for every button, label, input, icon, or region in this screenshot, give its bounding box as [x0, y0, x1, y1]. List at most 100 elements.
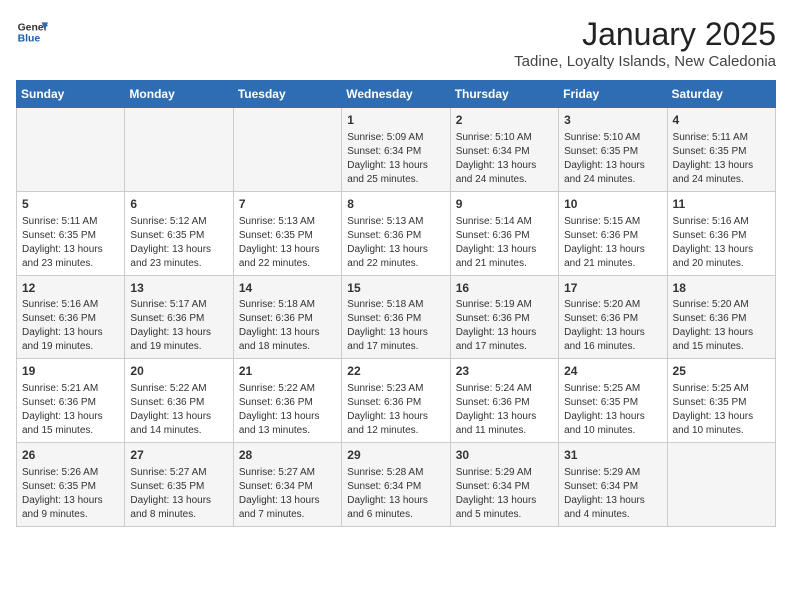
day-cell-15: 15Sunrise: 5:18 AM Sunset: 6:36 PM Dayli… [342, 275, 450, 359]
day-number-20: 20 [130, 363, 227, 380]
calendar-week-4: 19 Sunrise: 5:21 AM Sunset: 6:36 PM Dayli… [17, 359, 776, 443]
day-content-3: Sunrise: 5:10 AM Sunset: 6:35 PM Dayligh… [564, 131, 661, 187]
day-content-2: Sunrise: 5:10 AM Sunset: 6:34 PM Dayligh… [456, 131, 553, 187]
day-cell-26: 26 Sunrise: 5:26 AM Sunset: 6:35 PM Dayli… [17, 443, 125, 527]
svg-text:Blue: Blue [18, 34, 41, 45]
day-cell-16: 16Sunrise: 5:19 AM Sunset: 6:36 PM Dayli… [450, 275, 558, 359]
day-number-10: 10 [564, 196, 661, 213]
day-content-31: Sunrise: 5:29 AM Sunset: 6:34 PM Dayligh… [564, 466, 661, 522]
day-number-29: 29 [347, 447, 444, 464]
day-number-2: 2 [456, 112, 553, 129]
day-cell-7: 7 Sunrise: 5:13 AM Sunset: 6:35 PM Daylig… [233, 191, 341, 275]
day-number-27: 27 [130, 447, 227, 464]
day-number-25: 25 [673, 363, 770, 380]
day-number-22: 22 [347, 363, 444, 380]
day-content-6: Sunrise: 5:12 AM Sunset: 6:35 PM Dayligh… [130, 215, 227, 271]
day-number-17: 17 [564, 280, 661, 297]
day-content-28: Sunrise: 5:27 AM Sunset: 6:34 PM Dayligh… [239, 466, 336, 522]
weekday-header-monday: Monday [125, 81, 233, 108]
day-content-26: Sunrise: 5:26 AM Sunset: 6:35 PM Dayligh… [22, 466, 119, 522]
day-content-5: Sunrise: 5:11 AM Sunset: 6:35 PM Dayligh… [22, 215, 119, 271]
day-cell-6: 6 Sunrise: 5:12 AM Sunset: 6:35 PM Daylig… [125, 191, 233, 275]
day-number-18: 18 [673, 280, 770, 297]
day-cell-5: 5Sunrise: 5:11 AM Sunset: 6:35 PM Daylig… [17, 191, 125, 275]
day-cell-19: 19 Sunrise: 5:21 AM Sunset: 6:36 PM Dayli… [17, 359, 125, 443]
day-number-7: 7 [239, 196, 336, 213]
page-header: General Blue January 2025 Tadine, Loyalt… [16, 16, 776, 70]
weekday-header-sunday: Sunday [17, 81, 125, 108]
day-content-4: Sunrise: 5:11 AM Sunset: 6:35 PM Dayligh… [673, 131, 770, 187]
day-cell-29: 29 Sunrise: 5:28 AM Sunset: 6:34 PM Dayli… [342, 443, 450, 527]
day-cell-23: 23Sunrise: 5:24 AM Sunset: 6:36 PM Dayli… [450, 359, 558, 443]
day-content-29: Sunrise: 5:28 AM Sunset: 6:34 PM Dayligh… [347, 466, 444, 522]
day-cell-4: 4 Sunrise: 5:11 AM Sunset: 6:35 PM Daylig… [667, 108, 775, 192]
day-content-19: Sunrise: 5:21 AM Sunset: 6:36 PM Dayligh… [22, 382, 119, 438]
day-number-11: 11 [673, 196, 770, 213]
calendar-subtitle: Tadine, Loyalty Islands, New Caledonia [514, 53, 776, 70]
day-content-12: Sunrise: 5:16 AM Sunset: 6:36 PM Dayligh… [22, 298, 119, 354]
day-cell-12: 12Sunrise: 5:16 AM Sunset: 6:36 PM Dayli… [17, 275, 125, 359]
day-cell-13: 13Sunrise: 5:17 AM Sunset: 6:36 PM Dayli… [125, 275, 233, 359]
day-content-25: Sunrise: 5:25 AM Sunset: 6:35 PM Dayligh… [673, 382, 770, 438]
day-content-15: Sunrise: 5:18 AM Sunset: 6:36 PM Dayligh… [347, 298, 444, 354]
day-number-6: 6 [130, 196, 227, 213]
weekday-header-friday: Friday [559, 81, 667, 108]
day-number-3: 3 [564, 112, 661, 129]
day-number-9: 9 [456, 196, 553, 213]
day-cell-20: 20Sunrise: 5:22 AM Sunset: 6:36 PM Dayli… [125, 359, 233, 443]
day-number-1: 1 [347, 112, 444, 129]
day-number-24: 24 [564, 363, 661, 380]
day-content-21: Sunrise: 5:22 AM Sunset: 6:36 PM Dayligh… [239, 382, 336, 438]
empty-cell [125, 108, 233, 192]
weekday-header-tuesday: Tuesday [233, 81, 341, 108]
logo-icon: General Blue [16, 16, 48, 48]
day-number-30: 30 [456, 447, 553, 464]
day-cell-25: 25 Sunrise: 5:25 AM Sunset: 6:35 PM Dayli… [667, 359, 775, 443]
logo: General Blue [16, 16, 48, 48]
calendar-title: January 2025 [514, 16, 776, 53]
day-number-31: 31 [564, 447, 661, 464]
day-content-24: Sunrise: 5:25 AM Sunset: 6:35 PM Dayligh… [564, 382, 661, 438]
day-number-8: 8 [347, 196, 444, 213]
calendar-table: SundayMondayTuesdayWednesdayThursdayFrid… [16, 80, 776, 527]
calendar-week-2: 5Sunrise: 5:11 AM Sunset: 6:35 PM Daylig… [17, 191, 776, 275]
day-cell-10: 10 Sunrise: 5:15 AM Sunset: 6:36 PM Dayli… [559, 191, 667, 275]
weekday-header-saturday: Saturday [667, 81, 775, 108]
day-number-4: 4 [673, 112, 770, 129]
day-content-23: Sunrise: 5:24 AM Sunset: 6:36 PM Dayligh… [456, 382, 553, 438]
empty-cell [17, 108, 125, 192]
day-number-21: 21 [239, 363, 336, 380]
day-content-27: Sunrise: 5:27 AM Sunset: 6:35 PM Dayligh… [130, 466, 227, 522]
empty-cell [233, 108, 341, 192]
day-cell-1: 1 Sunrise: 5:09 AM Sunset: 6:34 PM Daylig… [342, 108, 450, 192]
day-content-1: Sunrise: 5:09 AM Sunset: 6:34 PM Dayligh… [347, 131, 444, 187]
day-number-26: 26 [22, 447, 119, 464]
day-content-11: Sunrise: 5:16 AM Sunset: 6:36 PM Dayligh… [673, 215, 770, 271]
day-content-10: Sunrise: 5:15 AM Sunset: 6:36 PM Dayligh… [564, 215, 661, 271]
day-cell-18: 18Sunrise: 5:20 AM Sunset: 6:36 PM Dayli… [667, 275, 775, 359]
day-cell-31: 31 Sunrise: 5:29 AM Sunset: 6:34 PM Dayli… [559, 443, 667, 527]
day-cell-21: 21 Sunrise: 5:22 AM Sunset: 6:36 PM Dayli… [233, 359, 341, 443]
day-cell-30: 30Sunrise: 5:29 AM Sunset: 6:34 PM Dayli… [450, 443, 558, 527]
weekday-header-wednesday: Wednesday [342, 81, 450, 108]
empty-cell [667, 443, 775, 527]
calendar-week-1: 1 Sunrise: 5:09 AM Sunset: 6:34 PM Daylig… [17, 108, 776, 192]
day-cell-8: 8Sunrise: 5:13 AM Sunset: 6:36 PM Daylig… [342, 191, 450, 275]
day-content-17: Sunrise: 5:20 AM Sunset: 6:36 PM Dayligh… [564, 298, 661, 354]
day-cell-27: 27 Sunrise: 5:27 AM Sunset: 6:35 PM Dayli… [125, 443, 233, 527]
day-cell-11: 11 Sunrise: 5:16 AM Sunset: 6:36 PM Dayli… [667, 191, 775, 275]
day-cell-22: 22 Sunrise: 5:23 AM Sunset: 6:36 PM Dayli… [342, 359, 450, 443]
calendar-week-3: 12Sunrise: 5:16 AM Sunset: 6:36 PM Dayli… [17, 275, 776, 359]
day-number-28: 28 [239, 447, 336, 464]
weekday-header-row: SundayMondayTuesdayWednesdayThursdayFrid… [17, 81, 776, 108]
day-content-22: Sunrise: 5:23 AM Sunset: 6:36 PM Dayligh… [347, 382, 444, 438]
day-cell-28: 28 Sunrise: 5:27 AM Sunset: 6:34 PM Dayli… [233, 443, 341, 527]
day-number-19: 19 [22, 363, 119, 380]
day-cell-2: 2 Sunrise: 5:10 AM Sunset: 6:34 PM Daylig… [450, 108, 558, 192]
day-content-16: Sunrise: 5:19 AM Sunset: 6:36 PM Dayligh… [456, 298, 553, 354]
title-section: January 2025 Tadine, Loyalty Islands, Ne… [514, 16, 776, 70]
day-content-7: Sunrise: 5:13 AM Sunset: 6:35 PM Dayligh… [239, 215, 336, 271]
day-content-9: Sunrise: 5:14 AM Sunset: 6:36 PM Dayligh… [456, 215, 553, 271]
day-content-13: Sunrise: 5:17 AM Sunset: 6:36 PM Dayligh… [130, 298, 227, 354]
day-cell-14: 14Sunrise: 5:18 AM Sunset: 6:36 PM Dayli… [233, 275, 341, 359]
